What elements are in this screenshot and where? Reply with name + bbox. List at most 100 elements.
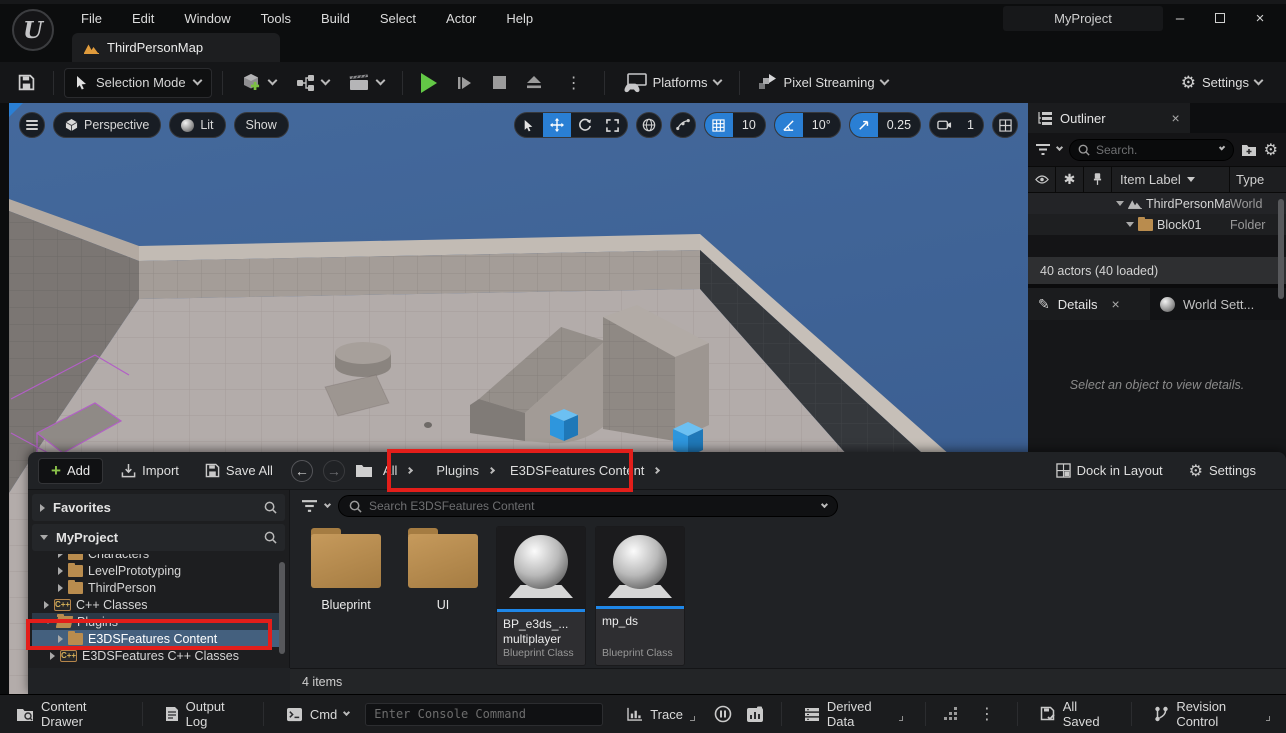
tree-item-thirdperson[interactable]: ThirdPerson bbox=[32, 579, 285, 596]
content-drawer-button[interactable]: Content Drawer bbox=[8, 701, 128, 727]
filter-chevron-icon[interactable] bbox=[324, 500, 331, 507]
asset-bp-e3ds-multiplayer[interactable]: BP_e3ds_... multiplayer Blueprint Class bbox=[496, 526, 586, 666]
tab-world-settings[interactable]: World Sett... bbox=[1150, 288, 1286, 320]
blue-cube-actor-1[interactable] bbox=[550, 409, 578, 441]
selection-mode-dropdown[interactable]: Selection Mode bbox=[64, 68, 212, 98]
tree-item-e3dsfeatures-content[interactable]: E3DSFeatures Content bbox=[32, 630, 285, 647]
menu-item-help[interactable]: Help bbox=[491, 4, 548, 33]
small-prop[interactable] bbox=[424, 422, 432, 428]
grid-snap-value[interactable]: 10 bbox=[733, 118, 765, 132]
cylinder-actor[interactable] bbox=[335, 342, 391, 377]
search-icon[interactable] bbox=[264, 501, 277, 514]
add-folder-icon[interactable] bbox=[1241, 143, 1257, 157]
close-details-icon[interactable]: × bbox=[1111, 296, 1119, 312]
item-label-column-header[interactable]: Item Label bbox=[1112, 167, 1230, 192]
scale-snap-toggle[interactable] bbox=[850, 112, 878, 138]
search-options-chevron-icon[interactable] bbox=[1219, 144, 1226, 151]
console-command-input[interactable] bbox=[374, 707, 594, 721]
outliner-scrollbar[interactable] bbox=[1278, 199, 1284, 299]
settings-dropdown[interactable]: ⚙ Settings bbox=[1173, 68, 1270, 98]
asset-mp-ds[interactable]: mp_ds Blueprint Class bbox=[595, 526, 685, 666]
pin-column-icon[interactable] bbox=[1084, 167, 1112, 192]
breadcrumb-e3dsfeatures-content[interactable]: E3DSFeatures Content bbox=[510, 463, 644, 478]
maximize-viewport-button[interactable] bbox=[992, 112, 1018, 138]
tab-outliner[interactable]: Outliner × bbox=[1028, 103, 1190, 133]
camera-speed-value[interactable]: 1 bbox=[958, 118, 983, 132]
menu-item-window[interactable]: Window bbox=[169, 4, 245, 33]
blueprints-dropdown-button[interactable] bbox=[288, 68, 337, 98]
save-all-button[interactable]: Save All bbox=[197, 456, 281, 486]
visibility-column-eye-icon[interactable] bbox=[1028, 167, 1056, 192]
all-saved-button[interactable]: All Saved bbox=[1032, 701, 1118, 727]
outliner-search-input[interactable] bbox=[1096, 143, 1214, 157]
quick-add-actor-button[interactable] bbox=[233, 68, 284, 98]
rotation-snap-toggle[interactable] bbox=[775, 112, 803, 138]
insights-session-button[interactable] bbox=[711, 701, 735, 727]
type-column-header[interactable]: Type bbox=[1230, 167, 1286, 192]
perspective-dropdown[interactable]: Perspective bbox=[53, 112, 161, 138]
eject-button[interactable] bbox=[518, 68, 550, 98]
pixel-streaming-dropdown[interactable]: Pixel Streaming bbox=[750, 68, 896, 98]
tree-item-e3dsfeatures-cpp-classes[interactable]: C++ E3DSFeatures C++ Classes bbox=[32, 647, 285, 664]
outliner-settings-gear-icon[interactable]: ⚙ bbox=[1264, 140, 1278, 160]
stop-button[interactable] bbox=[485, 68, 514, 98]
menu-item-select[interactable]: Select bbox=[365, 4, 431, 33]
close-outliner-icon[interactable]: × bbox=[1172, 110, 1180, 126]
asset-folder-ui[interactable]: UI Folder bbox=[399, 526, 487, 666]
world-local-coord-button[interactable] bbox=[636, 112, 662, 138]
maximize-button[interactable] bbox=[1200, 4, 1240, 32]
menu-item-file[interactable]: File bbox=[66, 4, 117, 33]
forward-button[interactable]: → bbox=[323, 460, 345, 482]
asset-search[interactable] bbox=[338, 495, 838, 517]
rotate-tool-button[interactable] bbox=[571, 112, 599, 138]
play-options-kebab[interactable]: ⋮ bbox=[554, 68, 594, 98]
viewport-options-button[interactable] bbox=[19, 112, 45, 138]
asset-folder-blueprint[interactable]: Blueprint Folder bbox=[302, 526, 390, 666]
menu-item-tools[interactable]: Tools bbox=[246, 4, 306, 33]
favorites-section-header[interactable]: Favorites bbox=[32, 494, 285, 521]
back-button[interactable]: ← bbox=[291, 460, 313, 482]
cinematics-dropdown-button[interactable] bbox=[341, 68, 392, 98]
dock-in-layout-button[interactable]: Dock in Layout bbox=[1048, 456, 1171, 486]
cmd-dropdown[interactable]: Cmd bbox=[278, 701, 357, 727]
tab-thirdpersonmap[interactable]: ThirdPersonMap bbox=[72, 33, 280, 62]
statusbar-kebab-button[interactable]: ⋮ bbox=[971, 701, 1003, 727]
outliner-row-block01[interactable]: Block01 Folder bbox=[1028, 214, 1286, 235]
expand-arrow-icon[interactable] bbox=[1126, 222, 1134, 227]
revision-control-button[interactable]: Revision Control bbox=[1146, 701, 1278, 727]
tree-item-levelprototyping[interactable]: LevelPrototyping bbox=[32, 562, 285, 579]
outliner-search[interactable] bbox=[1069, 139, 1234, 161]
console-command-field[interactable] bbox=[365, 703, 603, 726]
derived-data-button[interactable]: Derived Data bbox=[796, 701, 911, 727]
rotation-snap-value[interactable]: 10° bbox=[803, 118, 840, 132]
tab-details[interactable]: ✎ Details × bbox=[1028, 288, 1150, 320]
select-tool-button[interactable] bbox=[515, 112, 543, 138]
outliner-row-world[interactable]: ThirdPersonMap World bbox=[1028, 193, 1286, 214]
grid-snap-toggle[interactable] bbox=[705, 112, 733, 138]
platforms-dropdown[interactable]: Platforms bbox=[615, 68, 729, 98]
output-log-button[interactable]: Output Log bbox=[157, 701, 249, 727]
menu-item-actor[interactable]: Actor bbox=[431, 4, 491, 33]
add-button[interactable]: + Add bbox=[38, 458, 103, 484]
filter-icon[interactable] bbox=[302, 500, 317, 512]
menu-item-edit[interactable]: Edit bbox=[117, 4, 169, 33]
tree-item-plugins[interactable]: Plugins bbox=[32, 613, 285, 630]
expand-arrow-icon[interactable] bbox=[1116, 201, 1124, 206]
camera-speed-icon[interactable] bbox=[930, 112, 958, 138]
filter-chevron-icon[interactable] bbox=[1056, 144, 1063, 151]
scale-snap-value[interactable]: 0.25 bbox=[878, 118, 920, 132]
close-button[interactable]: × bbox=[1240, 4, 1280, 32]
move-tool-button[interactable] bbox=[543, 112, 571, 138]
breadcrumb-root[interactable]: All bbox=[383, 463, 397, 478]
surface-snapping-button[interactable] bbox=[670, 112, 696, 138]
lit-dropdown[interactable]: Lit bbox=[169, 112, 225, 138]
asset-search-input[interactable] bbox=[369, 499, 815, 513]
breadcrumb-folder-icon[interactable] bbox=[355, 464, 373, 478]
drawer-settings-button[interactable]: ⚙ Settings bbox=[1181, 456, 1264, 486]
search-chevron-icon[interactable] bbox=[821, 501, 828, 508]
search-icon[interactable] bbox=[264, 531, 277, 544]
trace-button[interactable]: Trace bbox=[619, 701, 703, 727]
scale-tool-button[interactable] bbox=[599, 112, 627, 138]
myproject-section-header[interactable]: MyProject bbox=[32, 524, 285, 551]
save-current-level-button[interactable] bbox=[10, 68, 43, 98]
